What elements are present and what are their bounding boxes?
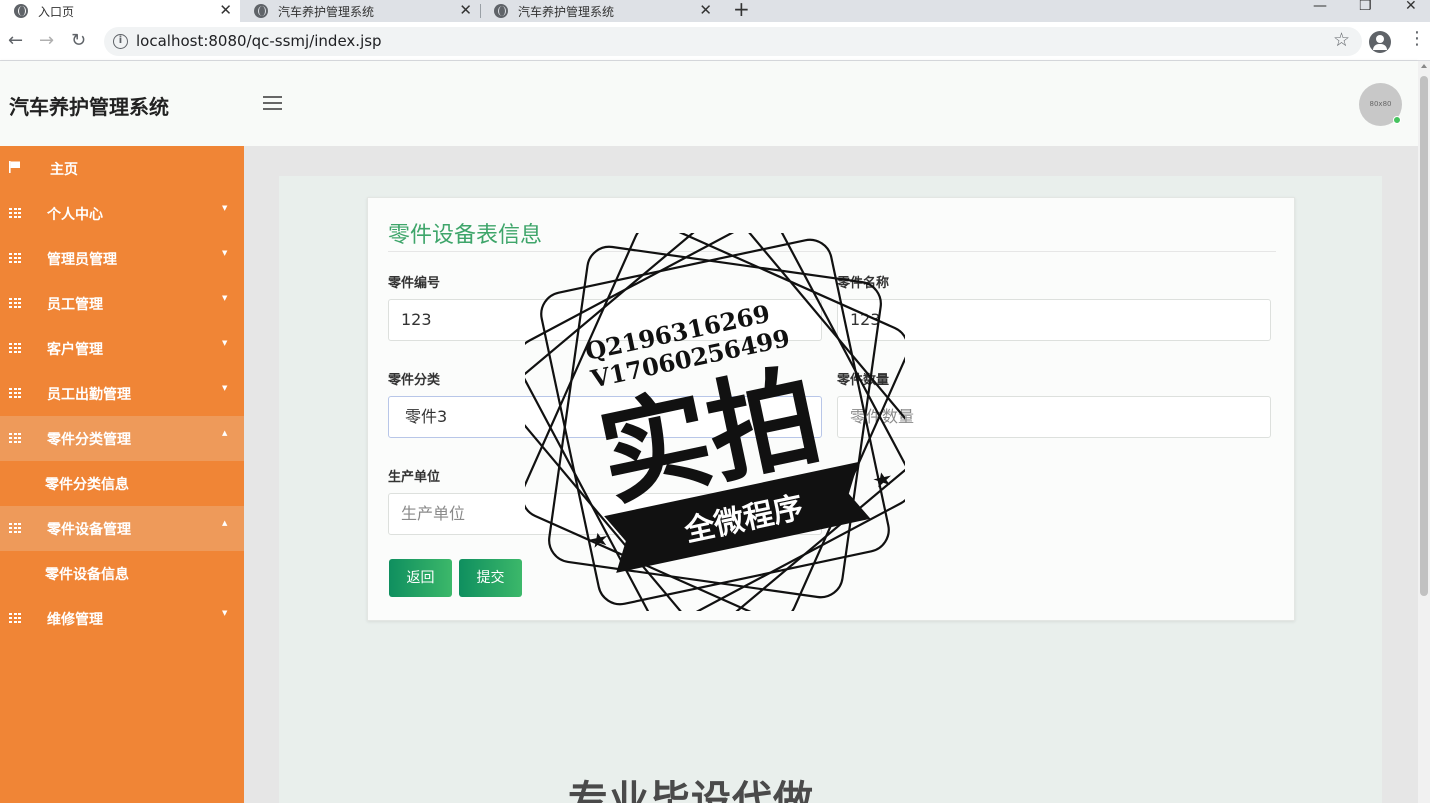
- sidebar-item-profile[interactable]: 个人中心 ▼: [0, 191, 244, 236]
- sidebar-item-repair[interactable]: 维修管理 ▼: [0, 596, 244, 641]
- scroll-up-icon[interactable]: [1421, 64, 1427, 68]
- grid-icon: [9, 208, 21, 218]
- tab-title: 入口页: [38, 4, 75, 19]
- browser-tab-2[interactable]: 汽车养护管理系统 ✕: [240, 0, 480, 22]
- grid-icon: [9, 253, 21, 263]
- sidebar-item-admins[interactable]: 管理员管理 ▼: [0, 236, 244, 281]
- watermark-bottom-text: 专业毕设代做: [568, 778, 814, 803]
- close-icon[interactable]: ✕: [219, 1, 232, 19]
- manufacturer-label: 生产单位: [388, 470, 441, 485]
- back-arrow-icon[interactable]: ←: [8, 30, 23, 51]
- url-field[interactable]: i localhost:8080/qc-ssmj/index.jsp ☆: [104, 27, 1362, 56]
- grid-icon: [9, 388, 21, 398]
- tab-title: 汽车养护管理系统: [518, 4, 615, 19]
- grid-icon: [9, 613, 21, 623]
- sidebar-item-label: 员工管理: [47, 297, 103, 313]
- tab-title: 汽车养护管理系统: [278, 4, 375, 19]
- grid-icon: [9, 523, 21, 533]
- sidebar-item-staff[interactable]: 员工管理 ▼: [0, 281, 244, 326]
- restore-icon[interactable]: ❐: [1359, 0, 1372, 14]
- sidebar-item-label: 客户管理: [47, 342, 103, 358]
- browser-tab-bar: 入口页 ✕ 汽车养护管理系统 ✕ 汽车养护管理系统 ✕ + — ❐ ✕: [0, 0, 1430, 22]
- page-scrollbar[interactable]: [1418, 61, 1430, 803]
- globe-icon: [254, 4, 268, 18]
- app-header: 汽车养护管理系统 80x80: [0, 61, 1418, 146]
- forward-arrow-icon[interactable]: →: [39, 30, 54, 51]
- online-status-dot: [1393, 116, 1401, 124]
- address-bar: ← → ↻ i localhost:8080/qc-ssmj/index.jsp…: [0, 22, 1430, 61]
- sidebar-item-home[interactable]: 主页: [0, 146, 244, 191]
- back-button[interactable]: 返回: [389, 559, 452, 597]
- sidebar-item-label: 员工出勤管理: [47, 387, 131, 403]
- window-close-icon[interactable]: ✕: [1405, 0, 1417, 14]
- submit-button[interactable]: 提交: [459, 559, 522, 597]
- caret-down-icon: ▼: [222, 339, 228, 347]
- profile-icon[interactable]: [1369, 31, 1391, 53]
- sidebar-item-label: 维修管理: [47, 612, 103, 628]
- category-selected-value: 零件3: [405, 407, 448, 426]
- sidebar-item-label: 零件设备管理: [47, 522, 131, 538]
- url-text: localhost:8080/qc-ssmj/index.jsp: [136, 32, 382, 50]
- sidebar-subitem-part-equipment-info[interactable]: 零件设备信息: [0, 551, 244, 596]
- sidebar-item-label: 个人中心: [47, 207, 103, 223]
- form-title: 零件设备表信息: [388, 223, 543, 248]
- hamburger-icon[interactable]: [263, 96, 282, 110]
- sidebar-subitem-label: 零件分类信息: [45, 477, 129, 493]
- sidebar-item-label: 主页: [50, 162, 78, 178]
- caret-up-icon: ▲: [222, 429, 228, 437]
- browser-tab-1[interactable]: 入口页 ✕: [0, 0, 240, 22]
- brand-title: 汽车养护管理系统: [9, 95, 169, 119]
- sidebar-subitem-part-category-info[interactable]: 零件分类信息: [0, 461, 244, 506]
- sidebar: 主页 个人中心 ▼ 管理员管理 ▼ 员工管理 ▼ 客户管理 ▼ 员工出勤管理 ▼…: [0, 146, 244, 803]
- minimize-icon[interactable]: —: [1313, 0, 1327, 14]
- caret-down-icon: ▼: [222, 204, 228, 212]
- browser-tab-3[interactable]: 汽车养护管理系统 ✕: [480, 0, 720, 22]
- info-icon[interactable]: i: [113, 34, 128, 49]
- caret-down-icon: ▼: [222, 609, 228, 617]
- globe-icon: [494, 4, 508, 18]
- sidebar-item-label: 管理员管理: [47, 252, 117, 268]
- scroll-thumb[interactable]: [1420, 76, 1428, 596]
- grid-icon: [9, 298, 21, 308]
- new-tab-icon[interactable]: +: [733, 0, 750, 21]
- flag-icon: [9, 161, 20, 173]
- reload-icon[interactable]: ↻: [71, 30, 86, 51]
- category-label: 零件分类: [388, 373, 441, 388]
- close-icon[interactable]: ✕: [459, 1, 472, 19]
- globe-icon: [14, 4, 28, 18]
- part-no-label: 零件编号: [388, 276, 441, 291]
- caret-down-icon: ▼: [222, 384, 228, 392]
- close-icon[interactable]: ✕: [699, 1, 712, 19]
- caret-up-icon: ▲: [222, 519, 228, 527]
- sidebar-subitem-label: 零件设备信息: [45, 567, 129, 583]
- sidebar-item-part-equipment[interactable]: 零件设备管理 ▲: [0, 506, 244, 551]
- grid-icon: [9, 433, 21, 443]
- sidebar-item-attendance[interactable]: 员工出勤管理 ▼: [0, 371, 244, 416]
- sidebar-item-label: 零件分类管理: [47, 432, 131, 448]
- caret-down-icon: ▼: [222, 249, 228, 257]
- sidebar-item-customers[interactable]: 客户管理 ▼: [0, 326, 244, 371]
- bookmark-star-icon[interactable]: ☆: [1333, 29, 1350, 51]
- grid-icon: [9, 343, 21, 353]
- watermark-stamp: Q2196316269 V17060256499 实拍 全微程序: [525, 233, 905, 611]
- sidebar-item-part-category[interactable]: 零件分类管理 ▲: [0, 416, 244, 461]
- caret-down-icon: ▼: [222, 294, 228, 302]
- menu-dots-icon[interactable]: ⋮: [1408, 28, 1426, 49]
